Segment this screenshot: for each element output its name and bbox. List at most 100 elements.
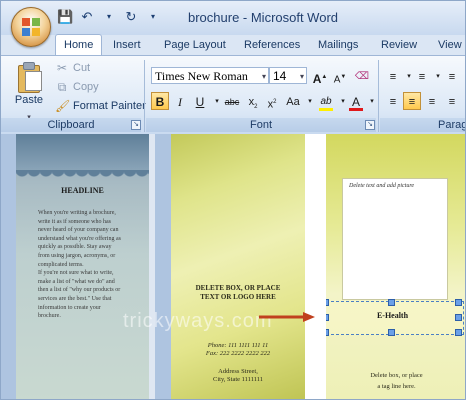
tab-mailings[interactable]: Mailings: [318, 35, 358, 55]
placeholder-line: DELETE BOX, OR PLACE: [195, 284, 281, 292]
title-bar: 💾 ↶ ▾ ↻ ▾ brochure - Microsoft Word: [1, 1, 465, 35]
tab-references[interactable]: References: [244, 35, 300, 55]
grow-font-button[interactable]: A▲: [311, 67, 329, 86]
highlight-color-bar: [319, 108, 333, 111]
font-name-value: Times New Roman: [155, 69, 248, 83]
strikethrough-button[interactable]: abc: [223, 92, 241, 110]
resize-handle[interactable]: [326, 314, 329, 321]
picture-hint: Delete text and add picture: [349, 183, 415, 189]
copy-label: Copy: [73, 81, 99, 93]
headline[interactable]: HEADLINE: [16, 186, 149, 195]
underline-button[interactable]: U: [191, 92, 209, 110]
scissors-icon: ✂: [56, 61, 68, 75]
body-line: then a list of "why our products or: [38, 287, 121, 294]
paintbrush-icon: 🖌: [55, 99, 71, 113]
multilevel-list-button[interactable]: ≡: [443, 67, 461, 85]
format-painter-button[interactable]: 🖌 Format Painter: [55, 98, 146, 114]
justify-button[interactable]: ≡: [443, 92, 461, 110]
align-right-button[interactable]: ≡: [423, 92, 441, 110]
resize-handle[interactable]: [455, 329, 462, 336]
word-window: 💾 ↶ ▾ ↻ ▾ brochure - Microsoft Word Home…: [0, 0, 466, 400]
cut-button[interactable]: ✂ Cut: [55, 60, 90, 76]
body-line: When you're writing a brochure,: [38, 210, 116, 216]
resize-handle[interactable]: [326, 299, 329, 306]
ribbon: Paste ▾ ✂ Cut ⧉ Copy 🖌 Format Painter Cl…: [1, 55, 465, 135]
selected-text[interactable]: E-Health: [326, 311, 463, 320]
tab-review[interactable]: Review: [381, 35, 417, 55]
tab-insert[interactable]: Insert: [113, 35, 141, 55]
decorative-border: [16, 134, 149, 180]
font-group-label: Font: [146, 118, 376, 132]
document-area[interactable]: HEADLINE When you're writing a brochure,…: [1, 134, 465, 399]
body-line: understand what you're offering as: [38, 235, 121, 242]
font-size-select[interactable]: 14 ▾: [269, 67, 307, 84]
align-left-button[interactable]: ≡: [384, 92, 402, 110]
resize-handle[interactable]: [326, 329, 329, 336]
clipboard-launcher-icon[interactable]: ↘: [131, 120, 141, 130]
font-color-bar: [349, 108, 363, 111]
office-button[interactable]: [11, 7, 51, 47]
italic-button[interactable]: I: [171, 92, 189, 110]
change-case-button[interactable]: Aa: [284, 92, 302, 110]
phone-line: Phone: 111 1111 111 11: [207, 342, 269, 349]
clear-formatting-button[interactable]: ⌫: [353, 67, 371, 85]
body-line: complicated terms.: [38, 261, 84, 268]
tab-page-layout[interactable]: Page Layout: [164, 35, 226, 55]
office-logo-icon: [22, 18, 40, 36]
resize-handle[interactable]: [455, 299, 462, 306]
body-line: services are the best." Use that: [38, 295, 112, 302]
group-separator: [144, 60, 145, 132]
body-line: If you're not sure what to write,: [38, 270, 114, 277]
pointer-arrow-icon: [259, 312, 315, 322]
body-line: make a list of "what we do" and: [38, 278, 115, 285]
ribbon-tabs: Home Insert Page Layout References Maili…: [1, 34, 465, 56]
contact-info[interactable]: Phone: 111 1111 111 11 Fax: 222 2222 222…: [171, 342, 305, 358]
chevron-down-icon: ▾: [299, 72, 304, 81]
logo-placeholder-text[interactable]: DELETE BOX, OR PLACE TEXT OR LOGO HERE: [171, 284, 305, 302]
chevron-down-icon: ▾: [261, 72, 266, 81]
bold-button[interactable]: B: [151, 92, 169, 110]
resize-handle[interactable]: [388, 329, 395, 336]
copy-icon: ⧉: [57, 80, 67, 94]
tab-home[interactable]: Home: [55, 34, 103, 56]
shrink-font-button[interactable]: A▼: [331, 67, 349, 85]
brochure-panel-middle[interactable]: DELETE BOX, OR PLACE TEXT OR LOGO HERE P…: [171, 134, 305, 399]
cut-label: Cut: [73, 62, 91, 74]
address-block[interactable]: Address Street, City, State 1111111: [171, 368, 305, 384]
tab-view[interactable]: View: [438, 35, 462, 55]
body-line: write it as if someone who has: [38, 218, 111, 225]
resize-handle[interactable]: [388, 299, 395, 306]
tagline-line: Delete box, or place: [370, 372, 423, 379]
font-size-value: 14: [273, 69, 287, 83]
resize-handle[interactable]: [455, 314, 462, 321]
selected-text-box[interactable]: E-Health: [326, 299, 464, 336]
fax-line: Fax: 222 2222 2222 222: [205, 350, 271, 357]
address-line: Address Street,: [218, 368, 258, 375]
clipboard-group-label: Clipboard: [1, 118, 141, 132]
tagline-line: a tag line here.: [377, 383, 416, 390]
tagline-text[interactable]: Delete box, or place a tag line here.: [326, 370, 465, 392]
panel-gutter: [305, 134, 326, 399]
group-separator: [378, 60, 379, 132]
window-title: brochure - Microsoft Word: [187, 10, 339, 25]
copy-button[interactable]: ⧉ Copy: [55, 79, 99, 95]
format-painter-label: Format Painter: [73, 100, 146, 112]
align-center-button[interactable]: ≡: [403, 92, 421, 110]
clipboard-icon: [16, 62, 42, 93]
brochure-panel-left[interactable]: HEADLINE When you're writing a brochure,…: [16, 134, 149, 399]
superscript-button[interactable]: x2: [263, 92, 281, 111]
picture-placeholder[interactable]: Delete text and add picture: [342, 178, 448, 300]
paragraph-group-label: Parag: [380, 118, 465, 132]
body-text[interactable]: When you're writing a brochure, write it…: [38, 209, 146, 321]
body-line: from using jargon, acronyms, or: [38, 252, 116, 259]
panel-gutter: [149, 134, 155, 399]
paste-button[interactable]: Paste ▾: [9, 60, 49, 121]
font-launcher-icon[interactable]: ↘: [365, 120, 375, 130]
body-line: never heard of your company can: [38, 227, 119, 234]
watermark: trickyways.com: [123, 310, 273, 332]
brochure-panel-right[interactable]: Delete text and add picture E-Health Del…: [326, 134, 465, 399]
font-name-select[interactable]: Times New Roman ▾: [151, 67, 269, 84]
body-line: quickly as possible. Stay away: [38, 244, 112, 251]
address-line: City, State 1111111: [213, 376, 263, 383]
subscript-button[interactable]: x2: [244, 92, 262, 110]
